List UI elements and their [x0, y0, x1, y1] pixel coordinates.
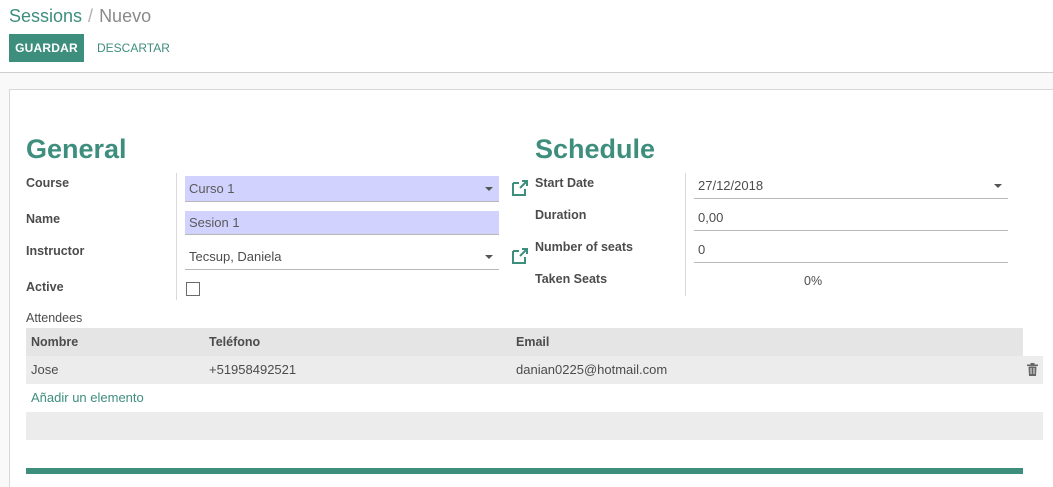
- breadcrumb-separator: /: [88, 6, 94, 26]
- name-label: Name: [26, 212, 61, 226]
- trash-icon[interactable]: [1027, 363, 1038, 376]
- discard-button[interactable]: DESCARTAR: [90, 34, 177, 62]
- seats-input[interactable]: 0: [694, 237, 1008, 263]
- breadcrumb-sessions-link[interactable]: Sessions: [9, 6, 82, 26]
- general-divider: [176, 173, 177, 300]
- duration-input[interactable]: 0,00: [694, 205, 1008, 231]
- seats-label: Number of seats: [535, 240, 633, 254]
- instructor-value: Tecsup, Daniela: [189, 249, 282, 264]
- cell-email: danian0225@hotmail.com: [516, 362, 668, 377]
- attendees-label: Attendees: [26, 311, 83, 325]
- add-line-link[interactable]: Añadir un elemento: [31, 390, 144, 405]
- duration-label: Duration: [535, 208, 587, 222]
- schedule-divider: [685, 173, 686, 296]
- taken-seats-value: 0%: [804, 274, 823, 288]
- caret-down-icon: [485, 187, 493, 191]
- taken-seats-label: Taken Seats: [535, 272, 608, 286]
- course-label: Course: [26, 176, 70, 190]
- course-value: Curso 1: [189, 181, 235, 196]
- general-title: General: [26, 134, 127, 164]
- cell-nombre: Jose: [31, 362, 59, 377]
- caret-down-icon: [485, 255, 493, 259]
- column-telefono[interactable]: Teléfono: [209, 328, 260, 356]
- control-panel: Sessions / Nuevo GUARDAR DESCARTAR: [0, 0, 1053, 73]
- schedule-title: Schedule: [535, 134, 656, 164]
- external-link-icon[interactable]: [510, 247, 530, 265]
- column-email[interactable]: Email: [516, 328, 549, 356]
- cell-telefono: +51958492521: [209, 362, 297, 377]
- active-checkbox[interactable]: [186, 282, 200, 296]
- active-label: Active: [26, 280, 64, 294]
- instructor-select[interactable]: Tecsup, Daniela: [185, 244, 499, 270]
- start-date-value: 27/12/2018: [698, 178, 764, 193]
- column-nombre[interactable]: Nombre: [31, 328, 78, 356]
- external-link-icon[interactable]: [510, 179, 530, 197]
- table-row[interactable]: Jose +51958492521 danian0225@hotmail.com: [26, 356, 1043, 384]
- breadcrumb: Sessions / Nuevo: [9, 6, 151, 27]
- course-select[interactable]: Curso 1: [185, 176, 499, 202]
- save-button[interactable]: GUARDAR: [9, 34, 84, 62]
- notebook-tab-bar: [26, 468, 1023, 474]
- start-date-label: Start Date: [535, 176, 595, 190]
- attendees-table-header: Nombre Teléfono Email: [26, 328, 1023, 356]
- empty-row: [26, 412, 1043, 440]
- caret-down-icon: [994, 184, 1002, 188]
- name-input[interactable]: Sesion 1: [185, 211, 499, 235]
- start-date-input[interactable]: 27/12/2018: [694, 173, 1008, 199]
- breadcrumb-current: Nuevo: [99, 6, 152, 26]
- instructor-label: Instructor: [26, 244, 85, 258]
